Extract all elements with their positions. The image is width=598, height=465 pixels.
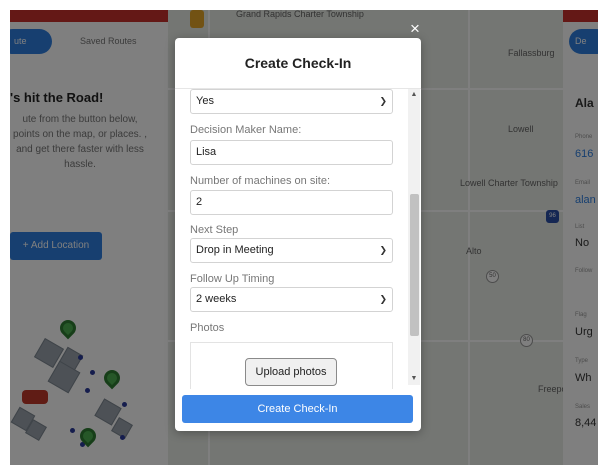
create-checkin-modal: Create Check-In Yes ❯ Decision Maker Nam…: [175, 38, 421, 431]
modal-title: Create Check-In: [244, 55, 352, 71]
modal-form-body[interactable]: Yes ❯ Decision Maker Name: Lisa Number o…: [175, 89, 421, 389]
upload-photos-button[interactable]: Upload photos: [245, 358, 337, 386]
decision-maker-input[interactable]: Lisa: [190, 140, 393, 165]
interest-select-value: Yes: [196, 95, 214, 107]
next-step-value: Drop in Meeting: [196, 244, 274, 256]
chevron-down-icon: ❯: [379, 96, 387, 106]
follow-up-label: Follow Up Timing: [190, 273, 275, 285]
modal-scrollbar[interactable]: ▲ ▼: [408, 89, 420, 385]
follow-up-select[interactable]: 2 weeks ❯: [190, 287, 393, 312]
chevron-down-icon: ❯: [379, 245, 387, 255]
interest-select[interactable]: Yes ❯: [190, 89, 393, 114]
machines-input[interactable]: 2: [190, 190, 393, 215]
create-checkin-button[interactable]: Create Check-In: [182, 395, 413, 423]
photos-label: Photos: [190, 322, 225, 334]
next-step-label: Next Step: [190, 224, 239, 236]
arrow-down-icon[interactable]: ▼: [408, 373, 420, 385]
photo-dropzone[interactable]: Upload photos: [190, 342, 393, 389]
scrollbar-thumb[interactable]: [410, 194, 419, 336]
screen: ute Saved Routes 's hit the Road! ute fr…: [0, 0, 598, 465]
chevron-down-icon: ❯: [379, 294, 387, 304]
machines-label: Number of machines on site:: [190, 175, 331, 187]
follow-up-value: 2 weeks: [196, 293, 237, 305]
close-icon[interactable]: ×: [407, 20, 423, 38]
decision-maker-label: Decision Maker Name:: [190, 124, 302, 136]
next-step-select[interactable]: Drop in Meeting ❯: [190, 238, 393, 263]
arrow-up-icon[interactable]: ▲: [408, 89, 420, 101]
